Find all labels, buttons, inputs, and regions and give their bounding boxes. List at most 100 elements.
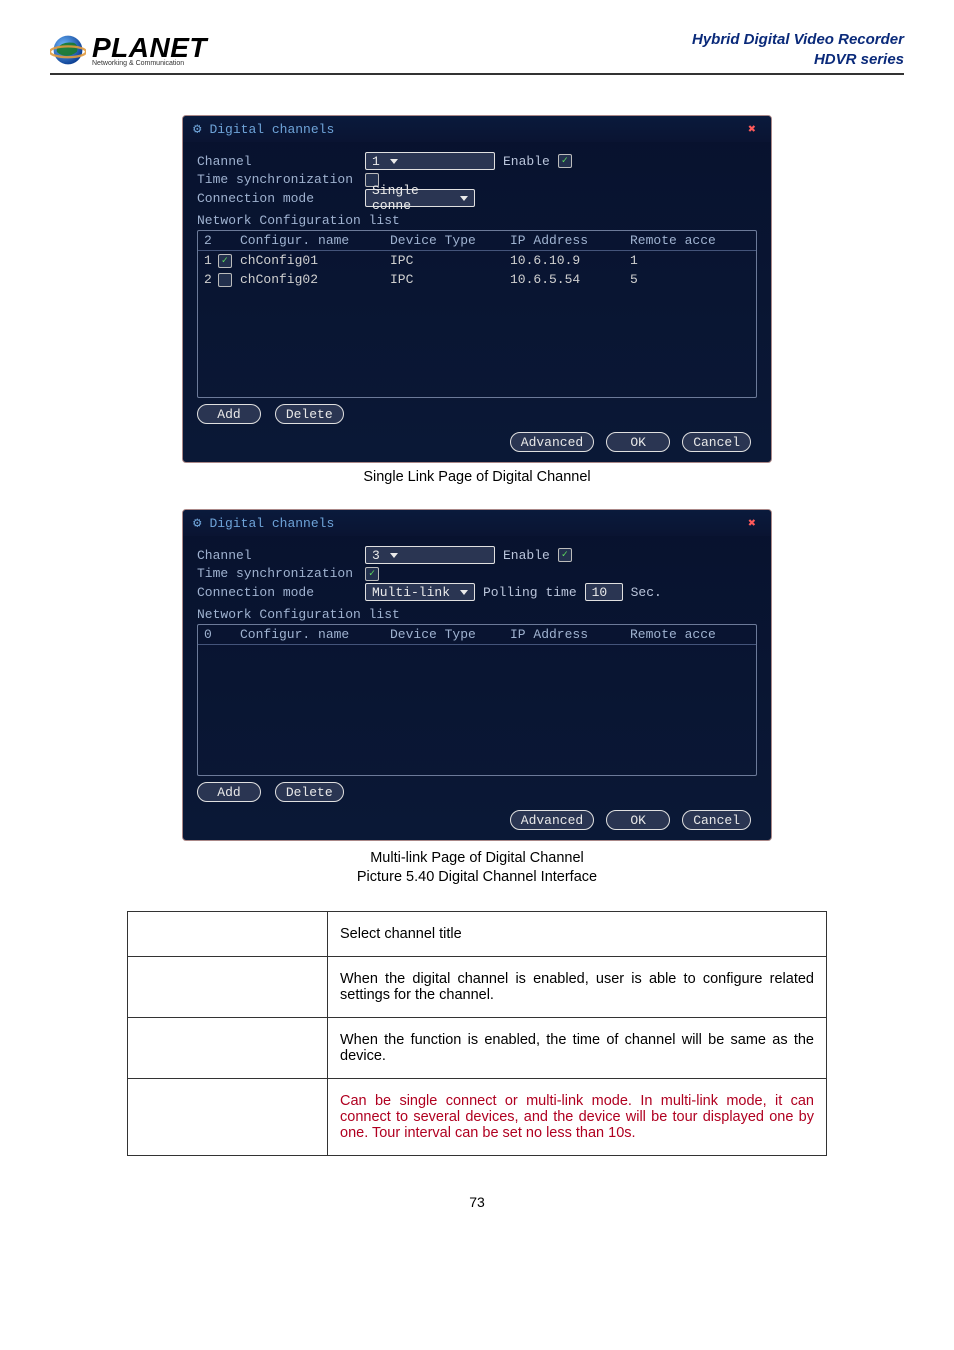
enable-checkbox[interactable] bbox=[558, 548, 572, 562]
list-row[interactable]: 1 chConfig01 IPC 10.6.10.9 1 bbox=[198, 251, 756, 270]
brand-logo: PLANET Networking & Communication bbox=[50, 32, 207, 68]
table-row: Select channel title bbox=[128, 911, 827, 956]
table-row: When the digital channel is enabled, use… bbox=[128, 956, 827, 1017]
col-index: 2 bbox=[204, 233, 240, 248]
dialog-title: Digital channels bbox=[209, 122, 334, 137]
enable-label: Enable bbox=[503, 548, 550, 563]
row-ip: 10.6.10.9 bbox=[510, 253, 630, 268]
col-index: 0 bbox=[204, 627, 240, 642]
channel-value: 3 bbox=[372, 548, 380, 563]
col-device-type: Device Type bbox=[390, 233, 510, 248]
col-remote-access: Remote acce bbox=[630, 233, 750, 248]
connection-mode-value: Multi-link bbox=[372, 585, 450, 600]
list-row[interactable]: 2 chConfig02 IPC 10.6.5.54 5 bbox=[198, 270, 756, 289]
ok-button[interactable]: OK bbox=[606, 432, 670, 452]
close-icon[interactable]: ✖ bbox=[743, 514, 761, 532]
chevron-down-icon bbox=[390, 159, 398, 164]
page-header: PLANET Networking & Communication Hybrid… bbox=[50, 30, 904, 75]
row-device-type: IPC bbox=[390, 253, 510, 268]
row-config-name: chConfig02 bbox=[240, 272, 390, 287]
list-header: 2 Configur. name Device Type IP Address … bbox=[198, 231, 756, 251]
time-sync-label: Time synchronization bbox=[197, 566, 357, 581]
col-remote-access: Remote acce bbox=[630, 627, 750, 642]
channel-value: 1 bbox=[372, 154, 380, 169]
info-key bbox=[128, 911, 328, 956]
col-config-name: Configur. name bbox=[240, 233, 390, 248]
enable-checkbox[interactable] bbox=[558, 154, 572, 168]
advanced-button[interactable]: Advanced bbox=[510, 810, 594, 830]
info-value: When the digital channel is enabled, use… bbox=[328, 956, 827, 1017]
chevron-down-icon bbox=[460, 196, 468, 201]
network-config-list-label: Network Configuration list bbox=[197, 603, 757, 624]
header-right: Hybrid Digital Video Recorder HDVR serie… bbox=[692, 30, 904, 69]
doc-title-line2: HDVR series bbox=[692, 50, 904, 70]
col-device-type: Device Type bbox=[390, 627, 510, 642]
advanced-button[interactable]: Advanced bbox=[510, 432, 594, 452]
row-ip: 10.6.5.54 bbox=[510, 272, 630, 287]
polling-time-input[interactable]: 10 bbox=[585, 583, 623, 601]
dialog-digital-channels-single: ⚙ Digital channels ✖ Channel 1 Enable Ti… bbox=[182, 115, 772, 463]
network-config-list: 2 Configur. name Device Type IP Address … bbox=[197, 230, 757, 398]
row-index: 2 bbox=[204, 272, 212, 287]
add-button[interactable]: Add bbox=[197, 404, 261, 424]
cancel-button[interactable]: Cancel bbox=[682, 810, 751, 830]
table-row: Can be single connect or multi-link mode… bbox=[128, 1078, 827, 1155]
info-value: When the function is enabled, the time o… bbox=[328, 1017, 827, 1078]
time-sync-checkbox[interactable] bbox=[365, 567, 379, 581]
list-header: 0 Configur. name Device Type IP Address … bbox=[198, 625, 756, 645]
row-remote-access: 1 bbox=[630, 253, 750, 268]
info-key bbox=[128, 1078, 328, 1155]
doc-title-line1: Hybrid Digital Video Recorder bbox=[692, 30, 904, 50]
cancel-button[interactable]: Cancel bbox=[682, 432, 751, 452]
col-config-name: Configur. name bbox=[240, 627, 390, 642]
row-index: 1 bbox=[204, 253, 212, 268]
channel-select[interactable]: 1 bbox=[365, 152, 495, 170]
connection-mode-label: Connection mode bbox=[197, 191, 357, 206]
title-bar: ⚙ Digital channels ✖ bbox=[183, 116, 771, 142]
info-key bbox=[128, 956, 328, 1017]
dialog-digital-channels-multi: ⚙ Digital channels ✖ Channel 3 Enable Ti… bbox=[182, 509, 772, 841]
settings-icon: ⚙ bbox=[193, 121, 201, 138]
channel-select[interactable]: 3 bbox=[365, 546, 495, 564]
close-icon[interactable]: ✖ bbox=[743, 120, 761, 138]
channel-label: Channel bbox=[197, 154, 357, 169]
polling-time-label: Polling time bbox=[483, 585, 577, 600]
ok-button[interactable]: OK bbox=[606, 810, 670, 830]
delete-button[interactable]: Delete bbox=[275, 404, 344, 424]
polling-time-unit: Sec. bbox=[631, 585, 662, 600]
row-remote-access: 5 bbox=[630, 272, 750, 287]
title-bar: ⚙ Digital channels ✖ bbox=[183, 510, 771, 536]
caption-line2: Picture 5.40 Digital Channel Interface bbox=[50, 868, 904, 887]
info-value: Can be single connect or multi-link mode… bbox=[328, 1078, 827, 1155]
caption-single-link: Single Link Page of Digital Channel bbox=[50, 469, 904, 485]
planet-globe-icon bbox=[50, 32, 86, 68]
connection-mode-label: Connection mode bbox=[197, 585, 357, 600]
row-config-name: chConfig01 bbox=[240, 253, 390, 268]
chevron-down-icon bbox=[390, 553, 398, 558]
row-checkbox[interactable] bbox=[218, 254, 232, 268]
connection-mode-select[interactable]: Multi-link bbox=[365, 583, 475, 601]
info-table: Select channel title When the digital ch… bbox=[127, 911, 827, 1156]
info-key bbox=[128, 1017, 328, 1078]
polling-time-value: 10 bbox=[592, 585, 608, 600]
info-value: Select channel title bbox=[328, 911, 827, 956]
dialog-title: Digital channels bbox=[209, 516, 334, 531]
network-config-list: 0 Configur. name Device Type IP Address … bbox=[197, 624, 757, 776]
channel-label: Channel bbox=[197, 548, 357, 563]
chevron-down-icon bbox=[460, 590, 468, 595]
add-button[interactable]: Add bbox=[197, 782, 261, 802]
settings-icon: ⚙ bbox=[193, 515, 201, 532]
row-device-type: IPC bbox=[390, 272, 510, 287]
col-ip-address: IP Address bbox=[510, 627, 630, 642]
caption-line1: Multi-link Page of Digital Channel bbox=[50, 849, 904, 868]
row-checkbox[interactable] bbox=[218, 273, 232, 287]
table-row: When the function is enabled, the time o… bbox=[128, 1017, 827, 1078]
caption-multi-link: Multi-link Page of Digital Channel Pictu… bbox=[50, 849, 904, 887]
network-config-list-label: Network Configuration list bbox=[197, 209, 757, 230]
connection-mode-select[interactable]: Single conne bbox=[365, 189, 475, 207]
col-ip-address: IP Address bbox=[510, 233, 630, 248]
time-sync-label: Time synchronization bbox=[197, 172, 357, 187]
enable-label: Enable bbox=[503, 154, 550, 169]
page-number: 73 bbox=[50, 1194, 904, 1210]
delete-button[interactable]: Delete bbox=[275, 782, 344, 802]
